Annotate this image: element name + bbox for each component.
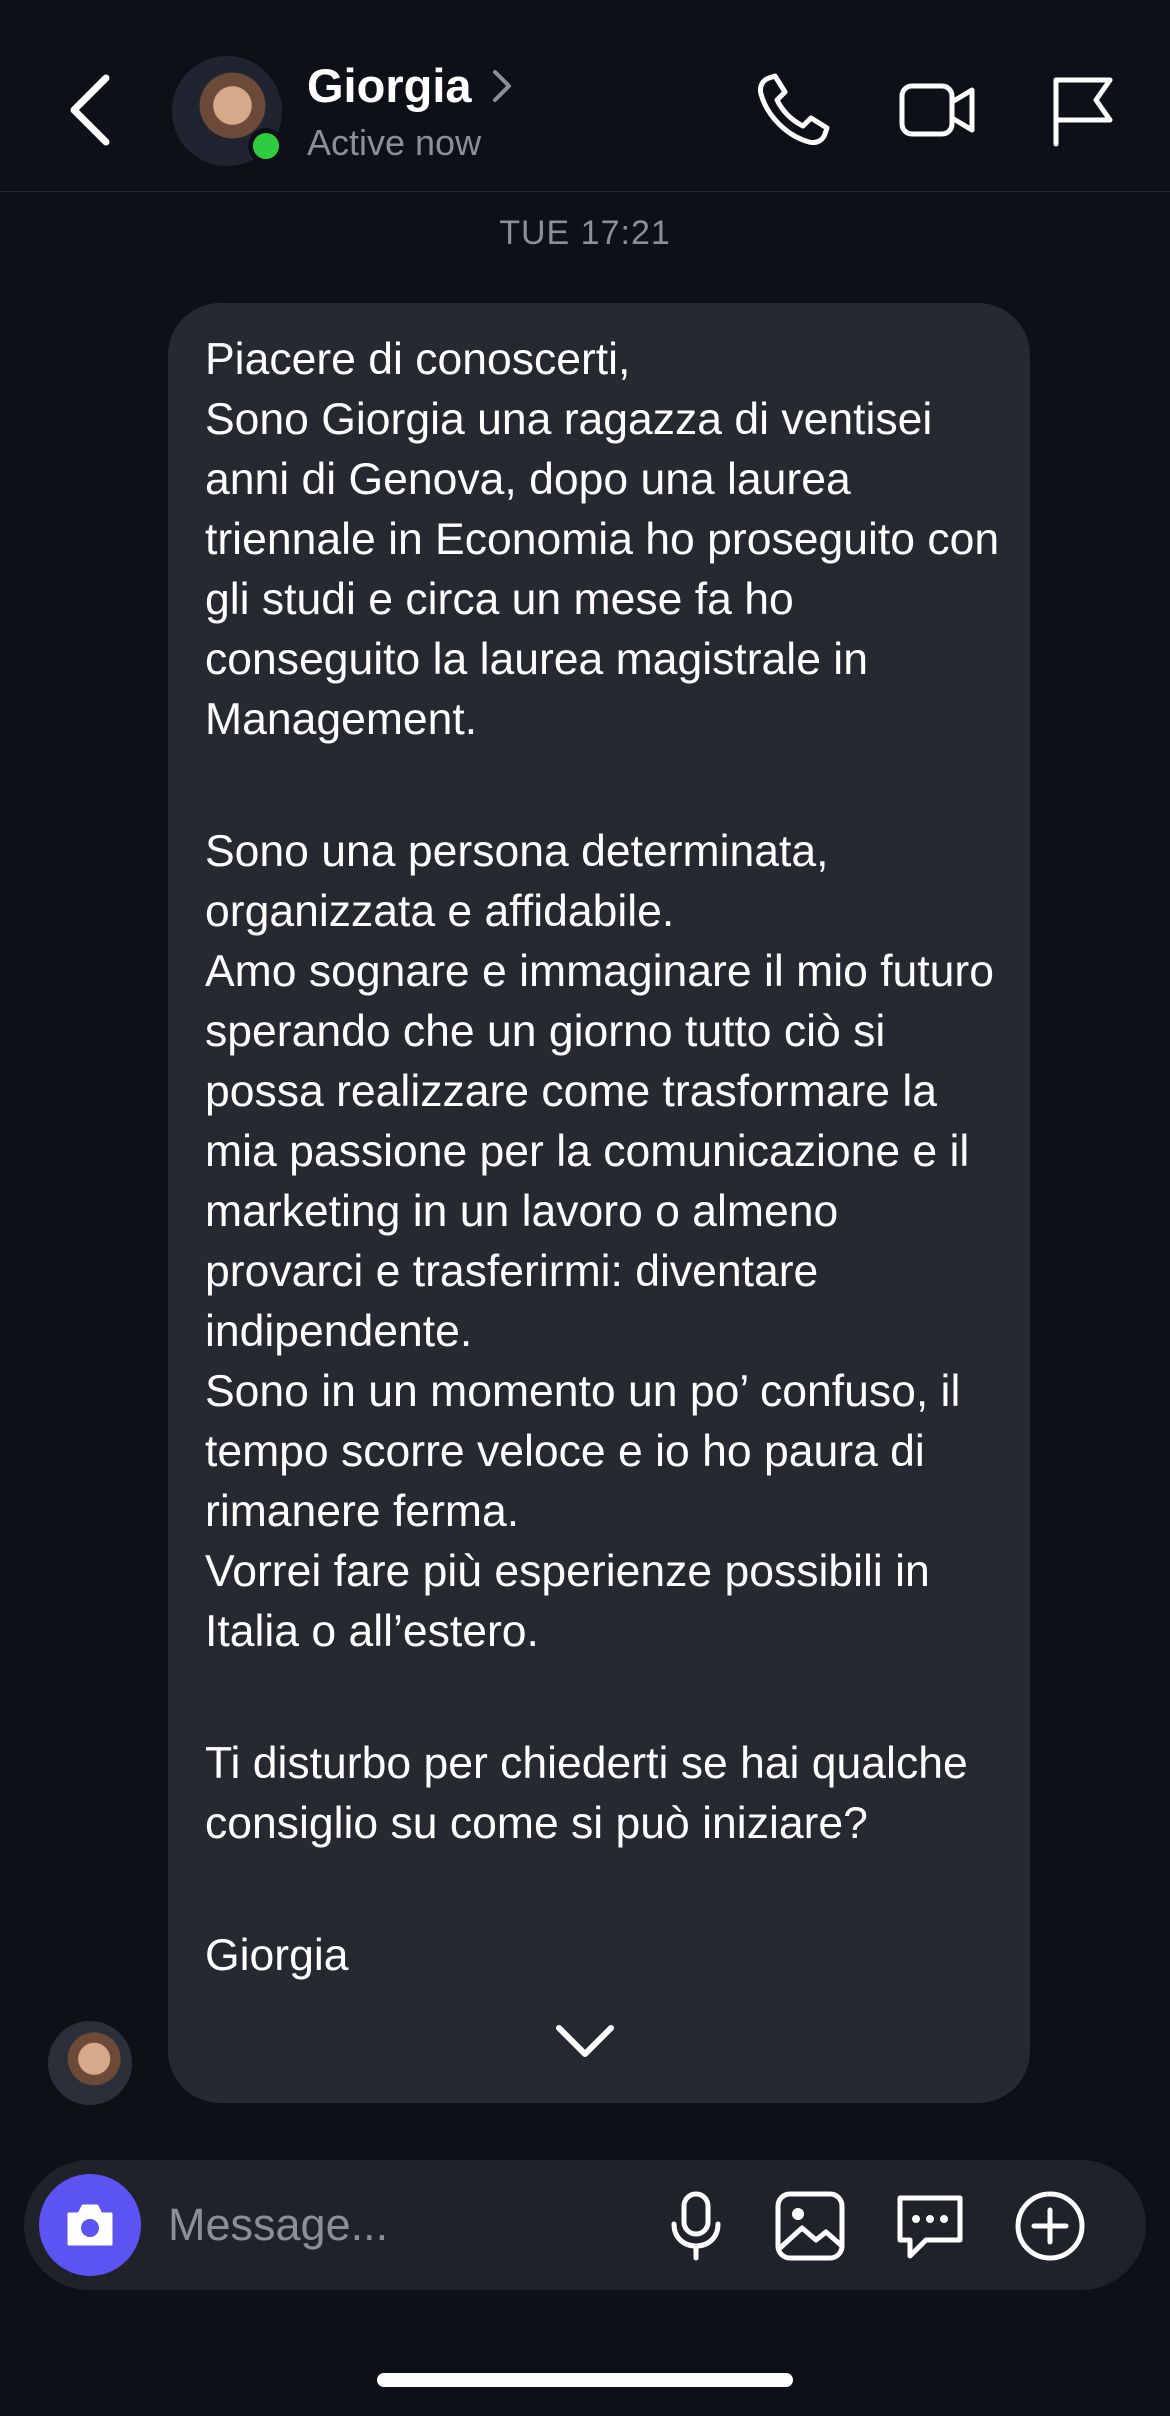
contact-name[interactable]: Giorgia: [307, 58, 472, 113]
voice-message-button[interactable]: [658, 2188, 734, 2264]
message-timestamp: TUE 17:21: [499, 214, 671, 252]
message-signature: Giorgia: [205, 1931, 349, 1980]
message-text: Piacere di conoscerti, Sono Giorgia una …: [205, 330, 1005, 1986]
video-call-button[interactable]: [898, 72, 978, 148]
chat-header: Giorgia Active now: [0, 0, 1170, 192]
phone-icon: [758, 73, 830, 145]
more-options-button[interactable]: [1012, 2188, 1088, 2264]
sticker-icon: [897, 2195, 963, 2259]
back-chevron-icon: [70, 74, 110, 146]
camera-button[interactable]: [39, 2174, 141, 2276]
online-indicator: [248, 128, 284, 164]
message-paragraph: Ti disturbo per chiederti se hai qualche…: [205, 1739, 968, 1848]
message-input[interactable]: [168, 2190, 648, 2260]
sender-avatar[interactable]: [48, 2021, 132, 2105]
message-paragraph: Piacere di conoscerti, Sono Giorgia una …: [205, 335, 1000, 744]
back-button[interactable]: [62, 70, 122, 150]
report-button[interactable]: [1048, 72, 1128, 148]
flag-icon: [1053, 77, 1113, 147]
sticker-button[interactable]: [892, 2188, 968, 2264]
microphone-icon: [671, 2191, 721, 2261]
chevron-down-icon: [556, 2025, 614, 2057]
camera-icon: [67, 2204, 113, 2246]
plus-circle-icon: [1015, 2191, 1085, 2261]
contact-status: Active now: [307, 122, 482, 163]
image-icon: [775, 2191, 845, 2261]
chat-screen: Giorgia Active now TUE 17:21 Piacere di …: [0, 0, 1170, 2416]
chevron-right-icon[interactable]: [490, 66, 514, 106]
video-camera-icon: [899, 83, 975, 137]
gallery-button[interactable]: [772, 2188, 848, 2264]
home-indicator: [377, 2373, 793, 2387]
contact-avatar-button[interactable]: [172, 56, 284, 166]
message-paragraph: Sono una persona determinata, organizzat…: [205, 827, 994, 1656]
collapse-message-button[interactable]: [553, 2018, 617, 2062]
voice-call-button[interactable]: [755, 72, 835, 148]
